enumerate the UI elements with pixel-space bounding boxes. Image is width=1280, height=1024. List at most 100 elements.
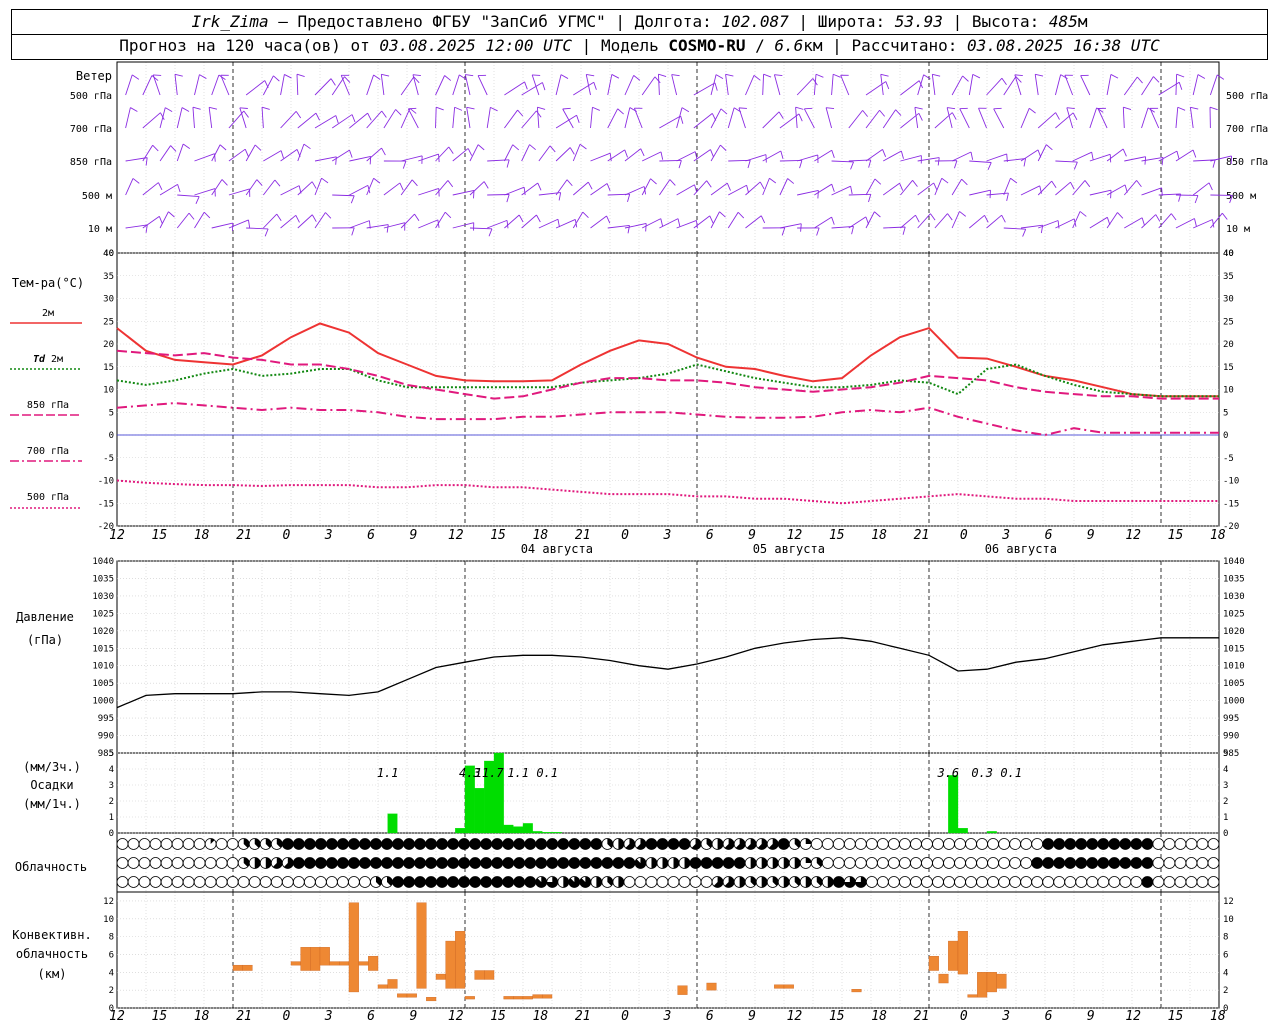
- cloud-symbol: [392, 838, 404, 850]
- wind-barb: [177, 194, 200, 197]
- wind-barb-feather: [1057, 220, 1060, 229]
- wind-barb-feather: [582, 211, 589, 219]
- wind-barb: [142, 215, 160, 229]
- wind-barb-feather: [654, 76, 661, 84]
- temp-hour-label: 3: [663, 528, 672, 543]
- wind-barb-feather: [467, 148, 473, 156]
- wind-barb-feather: [954, 160, 958, 169]
- wind-barb: [1003, 178, 1011, 196]
- cloud-symbol: [821, 838, 834, 850]
- wind-barb: [314, 212, 326, 229]
- cloud-symbol: [1108, 838, 1121, 850]
- convective-bar: [397, 993, 408, 998]
- wind-barb: [521, 214, 537, 229]
- wind-barb-feather: [680, 115, 684, 124]
- wind-barb: [900, 214, 916, 229]
- wind-barb-feather: [276, 213, 282, 221]
- wind-barb-feather: [284, 74, 292, 79]
- wind-barb-feather: [763, 73, 772, 78]
- wind-barb-feather: [747, 160, 751, 169]
- wind-barb: [745, 154, 767, 162]
- cloud-symbol: [436, 857, 448, 869]
- temp-tick-right: 15: [1223, 363, 1234, 373]
- cloud-symbol: [314, 857, 327, 869]
- wind-barb-feather: [947, 213, 953, 221]
- bottom-hour-label: 12: [109, 1009, 125, 1024]
- wind-barb-feather: [645, 223, 647, 232]
- wind-barb: [1210, 212, 1223, 229]
- wind-barb-feather: [879, 109, 886, 117]
- wind-barb-feather: [373, 177, 381, 184]
- wind-barb-feather: [517, 109, 524, 117]
- wind-barb: [159, 145, 171, 162]
- wind-barb-feather: [737, 211, 745, 219]
- cloud-fill: [805, 876, 812, 888]
- wind-barb: [590, 107, 593, 129]
- cloud-symbol: [832, 876, 845, 888]
- convective-bar: [542, 994, 553, 999]
- wind-barb-feather: [1070, 181, 1075, 190]
- convective-bar: [996, 973, 1007, 989]
- wind-barb-feather: [781, 227, 786, 236]
- wind-barb-feather: [714, 82, 718, 91]
- cloud-symbol: [348, 876, 360, 888]
- cloud-symbol: [281, 876, 294, 888]
- wind-barb: [211, 74, 220, 96]
- wind-barb: [725, 74, 729, 96]
- cloud-symbol: [1075, 838, 1088, 850]
- cloud-symbol: [116, 838, 129, 850]
- wind-barb-feather: [738, 107, 747, 109]
- prec-tick-right: 0: [1223, 829, 1228, 839]
- wind-barb-feather: [606, 215, 611, 224]
- wind-barb: [882, 182, 900, 196]
- wind-barb-feather: [465, 74, 474, 77]
- cloud-symbol: [337, 838, 349, 850]
- wind-barb: [931, 74, 936, 96]
- wind-barb-feather: [158, 216, 163, 224]
- wind-barb: [848, 193, 871, 196]
- convective-bar: [532, 994, 543, 999]
- wind-barb-feather: [961, 178, 968, 186]
- wind-barb: [400, 179, 413, 196]
- wind-barb-feather: [296, 73, 305, 77]
- wind-barb-feather: [542, 82, 546, 91]
- cloud-symbol: [160, 876, 173, 888]
- wind-barb-feather: [719, 211, 726, 218]
- wind-barb-feather: [959, 211, 967, 217]
- cloud-symbol: [954, 838, 966, 850]
- cloud-symbol: [138, 876, 151, 888]
- wind-barb: [435, 180, 449, 196]
- cloud-symbol: [987, 857, 999, 869]
- cloud-fill: [739, 876, 746, 888]
- wind-barb: [659, 179, 671, 196]
- cloud-symbol: [722, 857, 735, 869]
- wind-barb: [917, 74, 925, 96]
- wind-barb-feather: [1194, 195, 1199, 204]
- pres-tick-left: 1025: [92, 609, 114, 619]
- cloud-symbol: [491, 876, 504, 888]
- cloud-fill: [761, 857, 768, 869]
- wind-barb: [865, 178, 876, 196]
- wind-barb: [538, 218, 559, 229]
- prec-tick-left: 0: [109, 829, 114, 839]
- precip-bar: [493, 752, 504, 834]
- wind-barb-feather: [518, 214, 524, 223]
- wind-barb: [1106, 74, 1112, 96]
- cloud-symbol: [204, 857, 217, 869]
- pres-tick-left: 1040: [92, 557, 114, 567]
- cloud-symbol: [381, 838, 393, 850]
- prec-tick-left: 4: [109, 765, 114, 775]
- wind-barb-feather: [1136, 76, 1143, 84]
- cloud-symbol: [314, 838, 327, 850]
- wind-barb-feather: [188, 212, 195, 220]
- wind-barb-feather: [477, 144, 485, 151]
- convective-bar: [783, 984, 794, 989]
- wind-barb-feather: [915, 214, 920, 223]
- precip-label: 1.1: [507, 766, 529, 780]
- cloud-symbol: [976, 838, 988, 850]
- cloud-symbol: [414, 857, 426, 869]
- temp-tick-right: 0: [1223, 431, 1228, 441]
- temp-hour-label: 9: [1087, 528, 1095, 543]
- wind-barb: [762, 74, 765, 96]
- cloud-symbol: [910, 838, 922, 850]
